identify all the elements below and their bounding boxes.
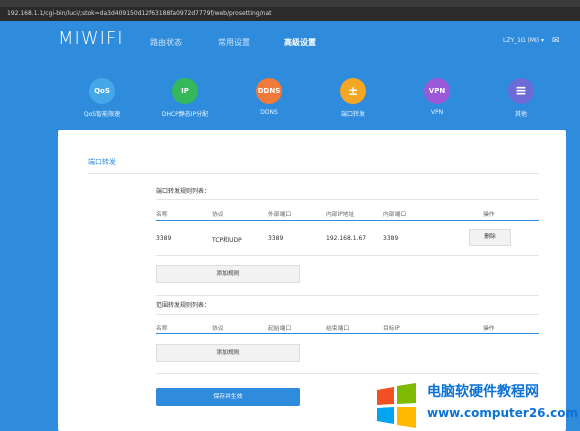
rules-header-protocol: 协议	[212, 212, 224, 218]
range-title-divider	[156, 314, 539, 315]
rule-external-port: 3389	[268, 235, 284, 242]
rule-protocol: TCP和UDP	[212, 237, 242, 244]
range-header-name: 名称	[156, 326, 168, 332]
browser-top-strip	[0, 0, 580, 7]
range-section-divider	[156, 295, 539, 296]
rule-name: 3389	[156, 235, 172, 242]
feature-label-vpn[interactable]: VPN	[397, 109, 477, 116]
address-text: 192.168.1.1/cgi-bin/luci/;stok=da3d40915…	[7, 10, 272, 17]
qos-icon[interactable]: QoS	[89, 78, 115, 104]
miwifi-logo: MIWIFI	[58, 28, 124, 49]
range-header-start-port: 起始端口	[268, 326, 292, 332]
range-header-target-ip: 目标IP	[383, 326, 400, 332]
rules-header-internal-port: 内部端口	[383, 212, 407, 218]
nav-advanced-settings[interactable]: 高级设置	[284, 37, 316, 48]
rule-internal-port: 3389	[383, 235, 399, 242]
rules-header-internal-ip: 内部IP地址	[326, 212, 355, 218]
add-range-rule-button[interactable]: 添加规则	[156, 344, 300, 362]
nav-router-status[interactable]: 路由状态	[150, 37, 182, 48]
port-forward-icon[interactable]: ±	[340, 78, 366, 104]
rules-title-divider	[156, 199, 539, 200]
range-header-protocol: 协议	[212, 326, 224, 332]
rules-header-actions: 操作	[483, 212, 495, 218]
page-title: 端口转发	[88, 158, 116, 166]
watermark-title: 电脑软硬件教程网	[427, 384, 539, 400]
rules-header-external-port: 外部端口	[268, 212, 292, 218]
title-divider	[88, 173, 539, 174]
add-rule-button[interactable]: 添加规则	[156, 265, 300, 283]
rules-header-name: 名称	[156, 212, 168, 218]
rules-table-title: 端口转发规则列表：	[156, 188, 211, 195]
range-header-actions: 操作	[483, 326, 495, 332]
rule-internal-ip: 192.168.1.67	[326, 235, 367, 242]
feature-label-other[interactable]: 其他	[481, 109, 561, 118]
nav-common-settings[interactable]: 常用设置	[218, 37, 250, 48]
feature-label-ddns[interactable]: DDNS	[229, 109, 309, 116]
ip-icon[interactable]: IP	[172, 78, 198, 104]
range-table-title: 范围转发规则列表：	[156, 302, 211, 309]
watermark-url: www.computer26.com	[427, 406, 578, 420]
range-header-line	[156, 333, 539, 334]
vpn-icon[interactable]: VPN	[424, 78, 450, 104]
mail-icon[interactable]: ✉	[552, 36, 560, 46]
save-apply-button[interactable]: 保存并生效	[156, 388, 300, 406]
user-menu[interactable]: LZY_1G (MI) ▾	[503, 37, 544, 44]
feature-label-dhcp[interactable]: DHCP静态IP分配	[145, 109, 225, 118]
save-divider	[156, 373, 539, 374]
feature-label-port-forward[interactable]: 端口转发	[313, 109, 393, 118]
range-header-end-port: 结束端口	[326, 326, 350, 332]
delete-rule-button[interactable]: 删除	[469, 229, 511, 246]
rules-header-line	[156, 220, 539, 221]
ddns-icon[interactable]: DDNS	[256, 78, 282, 104]
address-bar[interactable]: 192.168.1.1/cgi-bin/luci/;stok=da3d40915…	[0, 7, 580, 21]
windows-logo-icon	[377, 383, 416, 428]
rule-row-divider	[156, 255, 539, 256]
menu-icon[interactable]: ≡	[508, 78, 534, 104]
feature-label-qos[interactable]: QoS智能限速	[62, 109, 142, 118]
